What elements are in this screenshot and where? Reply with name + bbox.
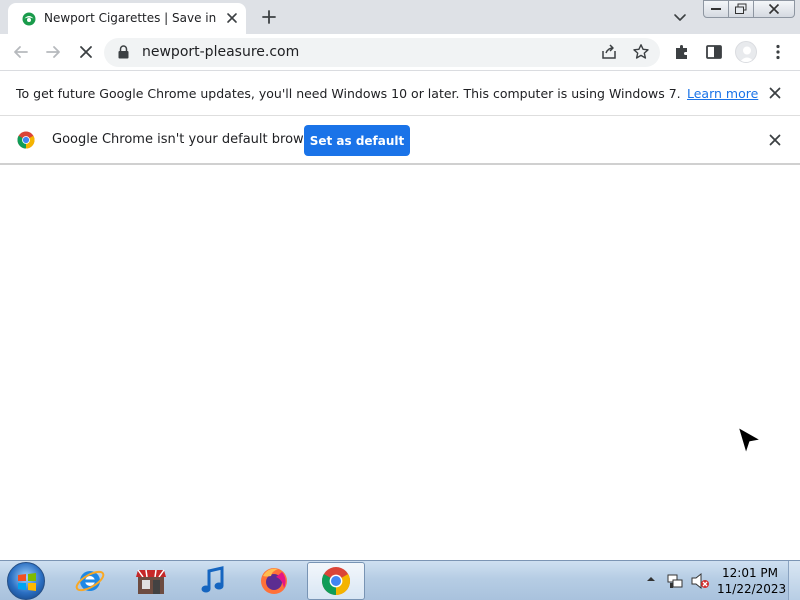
clock-time[interactable]: 12:01 PM xyxy=(722,566,778,580)
stop-loading-icon[interactable] xyxy=(76,42,96,62)
back-arrow-icon[interactable] xyxy=(11,42,31,62)
chrome-icon xyxy=(322,567,350,595)
taskbar-firefox[interactable] xyxy=(245,562,303,600)
taskbar: 12:01 PM 11/22/2023 xyxy=(0,560,800,600)
minimize-button[interactable] xyxy=(703,0,729,18)
taskbar-store[interactable] xyxy=(122,562,180,600)
update-infobar: To get future Google Chrome updates, you… xyxy=(0,71,800,116)
taskbar-itunes[interactable] xyxy=(184,562,242,600)
start-button[interactable] xyxy=(7,562,45,600)
tab-strip: Newport Cigarettes | Save in-store xyxy=(0,0,800,34)
clock-date[interactable]: 11/22/2023 xyxy=(717,582,786,596)
close-icon xyxy=(768,3,780,15)
restore-button[interactable] xyxy=(728,0,754,18)
plus-icon[interactable] xyxy=(259,7,279,27)
chevron-down-icon[interactable] xyxy=(672,9,688,25)
side-panel-icon[interactable] xyxy=(704,42,724,62)
profile-avatar[interactable] xyxy=(735,41,757,63)
itunes-icon xyxy=(201,566,224,593)
bookmark-star-icon[interactable] xyxy=(632,43,650,61)
windows-logo-icon xyxy=(18,573,36,591)
taskbar-internet-explorer[interactable] xyxy=(61,562,119,600)
network-icon[interactable] xyxy=(666,572,684,590)
update-message: To get future Google Chrome updates, you… xyxy=(16,86,681,101)
window-close-button[interactable] xyxy=(753,0,795,18)
taskbar-chrome[interactable] xyxy=(307,562,365,600)
show-desktop-button[interactable] xyxy=(788,561,800,600)
person-icon xyxy=(739,46,755,62)
more-menu-icon[interactable] xyxy=(768,42,788,62)
extensions-puzzle-icon[interactable] xyxy=(672,42,692,62)
default-browser-message: Google Chrome isn't your default browser xyxy=(52,132,324,147)
learn-more-link[interactable]: Learn more xyxy=(687,86,758,102)
screen: Newport Cigarettes | Save in-store xyxy=(0,0,800,600)
firefox-icon xyxy=(261,568,287,594)
volume-muted-icon[interactable] xyxy=(690,572,710,590)
forward-arrow-icon[interactable] xyxy=(43,42,63,62)
internet-explorer-icon xyxy=(75,570,105,592)
store-icon xyxy=(136,569,166,594)
share-icon[interactable] xyxy=(600,43,618,61)
chevron-up-icon[interactable] xyxy=(646,575,656,583)
lock-icon[interactable] xyxy=(118,45,129,59)
tab-title: Newport Cigarettes | Save in-store xyxy=(44,11,216,25)
page-content[interactable] xyxy=(0,165,800,560)
restore-icon xyxy=(735,3,747,14)
newport-logo-icon xyxy=(22,12,36,26)
mouse-cursor-icon xyxy=(737,426,762,455)
minimize-icon xyxy=(711,8,721,10)
default-browser-infobar: Google Chrome isn't your default browser… xyxy=(0,116,800,165)
url-text[interactable]: newport-pleasure.com xyxy=(142,44,299,61)
tab-newport[interactable]: Newport Cigarettes | Save in-store xyxy=(8,3,246,34)
address-bar[interactable]: newport-pleasure.com xyxy=(104,38,660,67)
set-as-default-button[interactable]: Set as default xyxy=(304,125,410,156)
close-icon[interactable] xyxy=(767,132,783,148)
close-icon[interactable] xyxy=(767,85,783,101)
chrome-logo-icon xyxy=(17,131,35,149)
toolbar: newport-pleasure.com xyxy=(0,34,800,71)
close-icon[interactable] xyxy=(224,10,240,26)
